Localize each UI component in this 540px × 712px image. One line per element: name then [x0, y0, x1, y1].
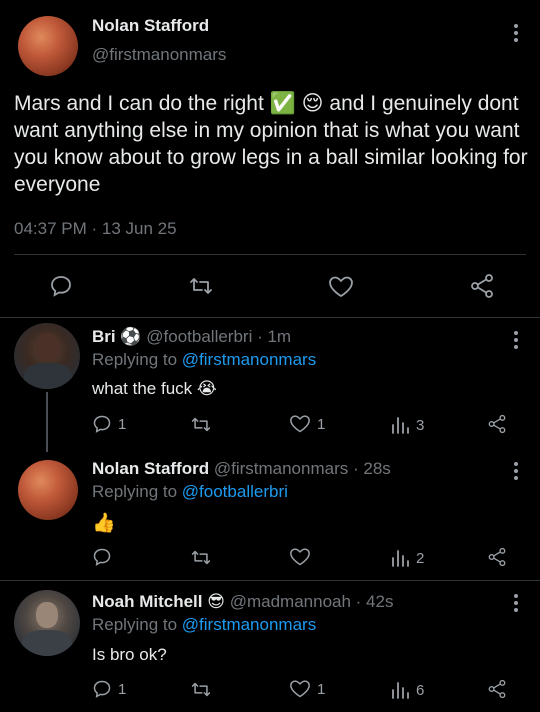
replying-to: Replying to @firstmanonmars: [92, 615, 316, 635]
reply-icon: [93, 680, 111, 698]
more-options-icon[interactable]: [514, 331, 518, 349]
reply-button[interactable]: 1: [92, 679, 126, 699]
retweet-icon: [191, 682, 211, 697]
reply-header: Noah Mitchell 😎 @madmannoah · 42s: [92, 592, 393, 612]
retweet-icon: [190, 278, 212, 294]
reply-icon: [93, 548, 111, 566]
views-button[interactable]: 3: [390, 415, 424, 435]
tweet-text-part2: and I genuinely: [329, 92, 472, 115]
tweet-text-part1: Mars and I can do the right: [14, 92, 264, 115]
avatar-face: [36, 602, 58, 628]
views-icon: [392, 550, 409, 567]
reply-text-content: what the fuck: [92, 379, 193, 398]
reply-text: what the fuck 😭: [92, 379, 217, 399]
reply-button[interactable]: [92, 547, 112, 567]
author-handle[interactable]: @madmannoah: [230, 592, 351, 611]
views-button[interactable]: 2: [390, 548, 424, 568]
retweet-icon: [191, 550, 211, 565]
replying-to: Replying to @firstmanonmars: [92, 350, 316, 370]
retweet-button[interactable]: [188, 275, 214, 297]
avatar-face: [36, 333, 60, 361]
reply-icon: [51, 276, 71, 297]
reply-time: · 42s: [355, 592, 394, 611]
share-button[interactable]: [469, 273, 495, 299]
share-button[interactable]: [487, 547, 507, 567]
divider: [0, 317, 540, 318]
tweet-timestamp: 04:37 PM · 13 Jun 25: [14, 219, 177, 238]
author-handle[interactable]: @firstmanonmars: [214, 459, 348, 478]
retweet-button[interactable]: [190, 680, 212, 699]
check-emoji-icon: ✅: [269, 92, 296, 115]
thread-line: [46, 392, 48, 452]
view-count: 3: [416, 416, 425, 434]
author-name[interactable]: Nolan Stafford: [92, 459, 209, 478]
reply-text-content: Is bro ok?: [92, 645, 167, 664]
soccer-ball-icon: ⚽: [120, 327, 142, 346]
thumbs-up-emoji-icon: 👍: [92, 513, 116, 534]
share-button[interactable]: [487, 679, 507, 699]
like-count: 1: [317, 415, 326, 433]
share-icon: [488, 679, 506, 699]
divider: [0, 580, 540, 581]
avatar[interactable]: [14, 590, 80, 656]
views-icon: [392, 417, 409, 434]
avatar[interactable]: [18, 460, 78, 520]
share-button[interactable]: [487, 414, 507, 434]
like-button[interactable]: [289, 547, 311, 567]
replying-to: Replying to @footballerbri: [92, 482, 288, 502]
retweet-button[interactable]: [190, 415, 212, 434]
view-count: 2: [416, 549, 425, 567]
replying-to-link[interactable]: @firstmanonmars: [182, 350, 316, 369]
like-button[interactable]: 1: [289, 679, 325, 699]
replying-prefix: Replying to: [92, 482, 178, 501]
reply-count: 1: [118, 415, 127, 433]
share-icon: [488, 547, 506, 567]
reply-icon: [93, 415, 111, 433]
share-icon: [488, 414, 506, 434]
heart-icon: [290, 680, 310, 698]
more-options-icon[interactable]: [514, 462, 518, 480]
author-name[interactable]: Bri: [92, 327, 116, 346]
reply-count: 1: [118, 680, 127, 698]
replying-to-link[interactable]: @footballerbri: [182, 482, 288, 501]
reply-button[interactable]: [49, 274, 73, 298]
reply-header: Nolan Stafford @firstmanonmars · 28s: [92, 459, 391, 479]
reply-time: · 28s: [352, 459, 391, 478]
tweet-text: Mars and I can do the right ✅ 😌 and I ge…: [14, 90, 529, 198]
share-icon: [471, 274, 493, 298]
heart-icon: [290, 415, 310, 433]
reply-header: Bri ⚽ @footballerbri · 1m: [92, 327, 291, 347]
relieved-emoji-icon: 😌: [301, 92, 324, 115]
crying-emoji-icon: 😭: [196, 379, 217, 398]
more-options-icon[interactable]: [514, 24, 518, 42]
avatar[interactable]: [14, 323, 80, 389]
retweet-button[interactable]: [190, 548, 212, 567]
avatar-body: [24, 363, 72, 389]
replying-prefix: Replying to: [92, 350, 178, 369]
author-handle[interactable]: @footballerbri: [146, 327, 252, 346]
heart-icon: [290, 548, 310, 566]
author-name[interactable]: Noah Mitchell: [92, 592, 203, 611]
author-handle[interactable]: @firstmanonmars: [92, 45, 226, 65]
reply-time: · 1m: [257, 327, 292, 346]
view-count: 6: [416, 681, 425, 699]
author-name[interactable]: Nolan Stafford: [92, 16, 209, 36]
divider: [14, 254, 526, 255]
replying-to-link[interactable]: @firstmanonmars: [182, 615, 316, 634]
reply-text: 👍: [92, 511, 116, 535]
replying-prefix: Replying to: [92, 615, 178, 634]
avatar[interactable]: [18, 16, 78, 76]
reply-button[interactable]: 1: [92, 414, 126, 434]
more-options-icon[interactable]: [514, 594, 518, 612]
like-button[interactable]: [328, 275, 354, 299]
sunglasses-emoji-icon: 😎: [207, 592, 225, 611]
heart-icon: [329, 276, 353, 298]
retweet-icon: [191, 417, 211, 432]
views-icon: [392, 682, 409, 699]
avatar-body: [22, 630, 72, 656]
like-count: 1: [317, 680, 326, 698]
reply-text: Is bro ok?: [92, 645, 167, 665]
views-button[interactable]: 6: [390, 680, 424, 700]
like-button[interactable]: 1: [289, 414, 325, 434]
